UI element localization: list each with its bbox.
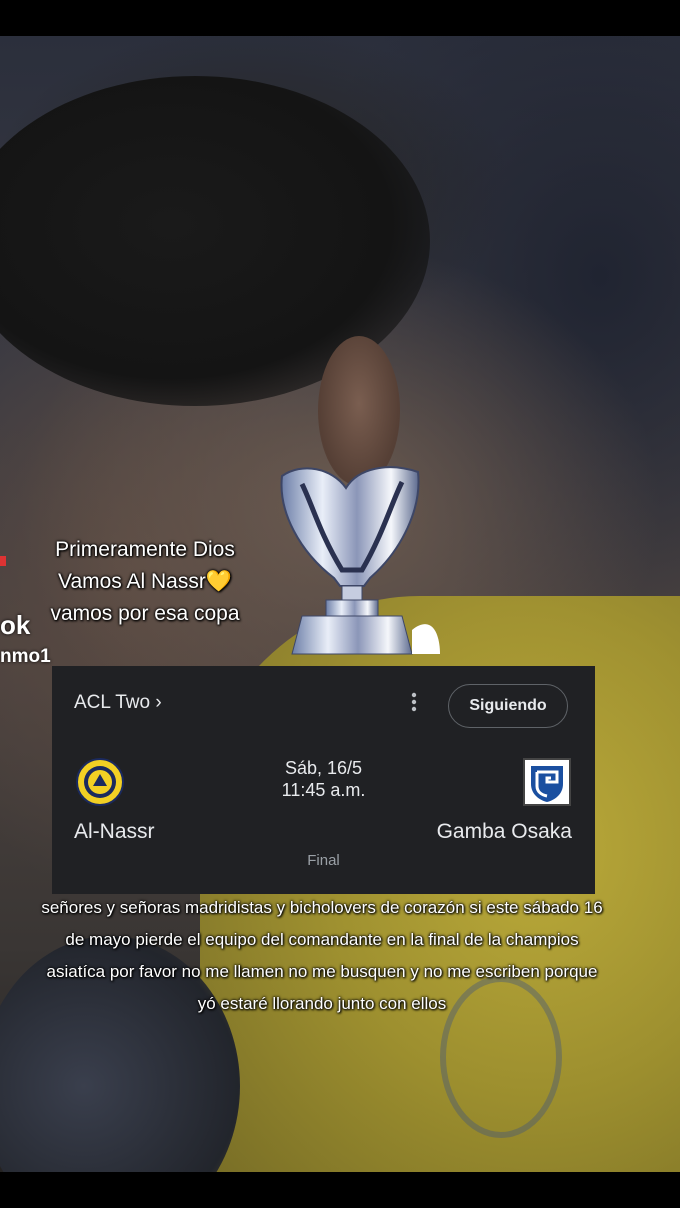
chevron-right-icon: › (155, 692, 162, 713)
following-button[interactable]: Siguiendo (448, 684, 568, 728)
edge-text-partial: ok (0, 610, 31, 640)
caption-line-3: vamos por esa copa (50, 602, 240, 625)
league-name: ACL Two (74, 692, 151, 713)
caption-line-2-text: Vamos Al Nassr (58, 570, 206, 593)
league-link[interactable]: ACL Two › (74, 692, 162, 714)
caption-line-2: Vamos Al Nassr💛 (30, 566, 260, 598)
overlay-caption-top: Primeramente Dios Vamos Al Nassr💛 vamos … (30, 534, 260, 630)
top-letterbox (0, 0, 680, 36)
edge-marker (0, 556, 6, 566)
trophy-icon (280, 466, 440, 655)
caption-line-1: Primeramente Dios (55, 538, 235, 561)
match-card[interactable]: ACL Two › Siguiendo Sáb, 16/5 11:45 a.m.… (52, 666, 595, 894)
overlay-caption-bottom: señores y señoras madridistas y bicholov… (41, 898, 603, 1013)
more-vert-glyph (411, 692, 417, 712)
gamba-osaka-logo-icon[interactable] (523, 758, 571, 806)
more-vert-icon[interactable] (404, 690, 424, 720)
match-status: Final (307, 852, 340, 869)
edge-username-partial: nmo1 (0, 646, 51, 667)
home-team-name[interactable]: Al-Nassr (74, 820, 155, 844)
match-date: Sáb, 16/5 (284, 758, 363, 778)
bottom-letterbox (0, 1172, 680, 1208)
match-time: 11:45 a.m. (281, 780, 366, 800)
away-team-name[interactable]: Gamba Osaka (437, 820, 572, 844)
yellow-heart-icon: 💛 (205, 570, 232, 593)
